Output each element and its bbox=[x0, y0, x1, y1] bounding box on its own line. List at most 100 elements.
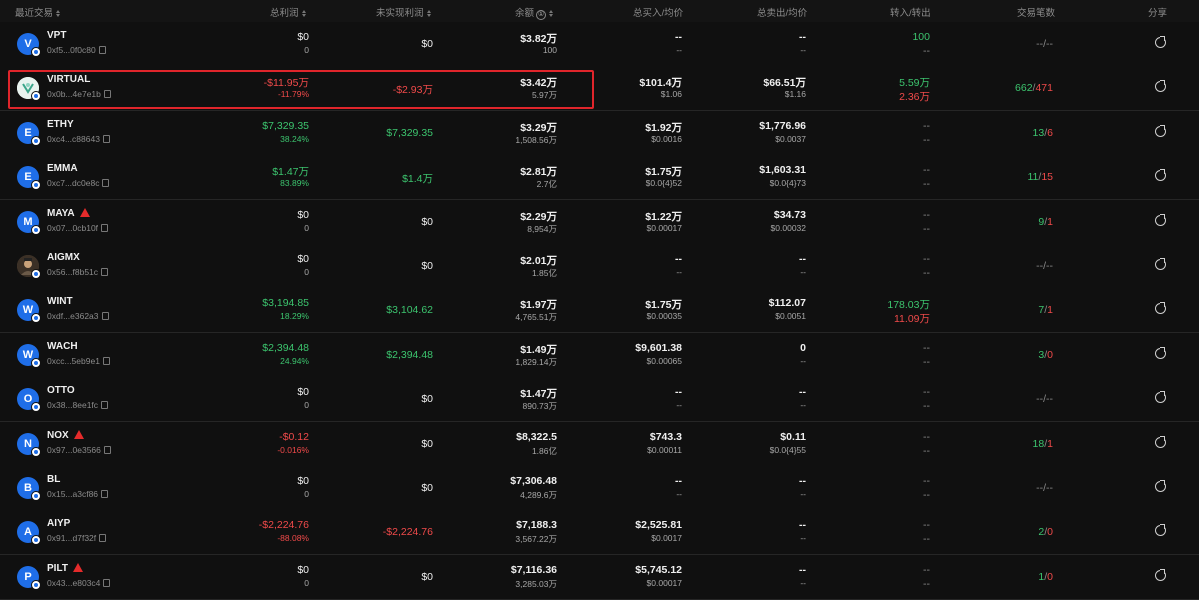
table-row[interactable]: O OTTO 0x38...8ee1fc $0 0 $0 $1.47万 890.73万 -- --… bbox=[0, 377, 1199, 423]
copy-icon[interactable] bbox=[101, 401, 109, 410]
sort-icon[interactable] bbox=[549, 10, 554, 17]
table-row[interactable]: P PILT 0x43...e803c4 $0 0 $0 $7,116.36 3,285.03… bbox=[0, 554, 1199, 600]
share-icon[interactable] bbox=[1155, 346, 1166, 359]
header-recent-trade[interactable]: 最近交易 bbox=[15, 5, 61, 19]
table-row[interactable]: E EMMA 0xc7...dc0e8c $1.47万 83.89% $1.4万 $2.81… bbox=[0, 155, 1199, 201]
share-icon[interactable] bbox=[1155, 258, 1166, 270]
token-name[interactable]: WINT bbox=[47, 296, 73, 307]
avg-sell-price: -- bbox=[800, 355, 806, 366]
copy-icon[interactable] bbox=[102, 134, 110, 143]
token-symbol: MAYA bbox=[47, 207, 75, 219]
avg-buy-price: $0.00011 bbox=[647, 444, 682, 455]
token-name[interactable]: ETHY bbox=[47, 119, 74, 130]
copy-icon[interactable] bbox=[101, 490, 109, 498]
token-name[interactable]: VIRTUAL bbox=[47, 74, 90, 85]
share-icon[interactable] bbox=[1155, 80, 1166, 93]
sort-icon[interactable] bbox=[56, 10, 61, 17]
address-text: 0x15...a3cf86 bbox=[47, 489, 99, 499]
share-icon[interactable] bbox=[1155, 568, 1166, 581]
table-row[interactable]: B BL 0x15...a3cf86 $0 0 $0 $7,306.48 4,289.6万 --… bbox=[0, 466, 1199, 511]
table-row[interactable]: VIRTUAL 0x0b...4e7e1b -$11.95万 -11.79% -$2.9… bbox=[0, 66, 1199, 112]
copy-icon[interactable] bbox=[103, 578, 111, 587]
address-text: 0x43...e803c4 bbox=[47, 577, 101, 588]
transfer-out-value: -- bbox=[923, 577, 930, 590]
table-row[interactable]: N NOX 0x97...0e3566 -$0.12 -0.016% $0 $8,322.5… bbox=[0, 421, 1199, 467]
copy-icon[interactable] bbox=[101, 312, 109, 321]
transfer-out-value: -- bbox=[923, 222, 930, 235]
header-sell: 总卖出/均价 bbox=[757, 5, 807, 19]
sort-icon[interactable] bbox=[427, 10, 432, 17]
chain-badge-icon bbox=[31, 491, 41, 501]
token-name[interactable]: OTTO bbox=[47, 385, 75, 396]
header-balance[interactable]: 余额 ① bbox=[515, 5, 554, 20]
token-name[interactable]: MAYA bbox=[47, 207, 90, 219]
share-icon[interactable] bbox=[1155, 480, 1166, 492]
avg-buy-price: $0.00017 bbox=[646, 222, 682, 233]
token-symbol: OTTO bbox=[47, 385, 75, 397]
token-symbol: EMMA bbox=[47, 163, 78, 175]
share-icon[interactable] bbox=[1155, 524, 1166, 537]
tx-sell-count: 1 bbox=[1047, 437, 1053, 450]
table-row[interactable]: W WINT 0xdf...e362a3 $3,194.85 18.29% $3,104.… bbox=[0, 288, 1199, 334]
share-icon[interactable] bbox=[1155, 169, 1166, 182]
avg-buy-price: $0.0{4}52 bbox=[645, 178, 682, 189]
unrealized-pnl-value: $0 bbox=[421, 437, 433, 450]
copy-icon[interactable] bbox=[102, 179, 110, 188]
token-name[interactable]: AIGMX bbox=[47, 252, 80, 263]
balance-value: $2.29万 bbox=[520, 210, 557, 223]
total-buy-value: $1.92万 bbox=[645, 121, 682, 134]
total-pnl-value: $0 bbox=[297, 31, 309, 43]
table-row[interactable]: AIGMX 0x56...f8b51c $0 0 $0 $2.01万 1.85亿 -- -- --… bbox=[0, 244, 1199, 289]
header-unrealized-pnl[interactable]: 未实现利润 bbox=[376, 5, 432, 19]
tx-buy-count: 11 bbox=[1027, 171, 1039, 184]
table-row[interactable]: V VPT 0xf5...0f0c80 $0 0 $0 $3.82万 100 -- -- -- -- 1… bbox=[0, 22, 1199, 67]
copy-icon[interactable] bbox=[99, 534, 107, 543]
info-icon[interactable]: ① bbox=[536, 10, 547, 20]
transfer-in-value: -- bbox=[923, 430, 930, 443]
token-avatar bbox=[17, 77, 41, 102]
sort-icon[interactable] bbox=[302, 10, 307, 17]
total-sell-value: -- bbox=[799, 519, 806, 532]
table-header: 最近交易 总利润 未实现利润 余额 ① 总买入/均价 总卖出/均价 转入/转出 交… bbox=[0, 0, 1199, 23]
tx-count: 662/471 bbox=[1015, 82, 1053, 94]
share-icon[interactable] bbox=[1155, 124, 1166, 137]
total-sell-value: -- bbox=[799, 31, 806, 43]
table-row[interactable]: W WACH 0xcc...5eb9e1 $2,394.48 24.94% $2,394.… bbox=[0, 332, 1199, 378]
share-icon[interactable] bbox=[1155, 36, 1166, 48]
share-icon[interactable] bbox=[1155, 302, 1166, 315]
token-name[interactable]: WACH bbox=[47, 341, 78, 352]
header-buy-label: 总买入/均价 bbox=[633, 8, 684, 19]
table-row[interactable]: E ETHY 0xc4...c88643 $7,329.35 38.24% $7,329.… bbox=[0, 110, 1199, 156]
copy-icon[interactable] bbox=[101, 268, 109, 276]
token-name[interactable]: VPT bbox=[47, 30, 66, 41]
address-text: 0x97...0e3566 bbox=[47, 444, 101, 455]
tx-count: 7/1 bbox=[1038, 304, 1053, 316]
share-icon[interactable] bbox=[1155, 391, 1166, 404]
copy-icon[interactable] bbox=[103, 90, 111, 99]
token-name[interactable]: AIYP bbox=[47, 518, 70, 529]
balance-amount: 3,567.22万 bbox=[515, 534, 557, 545]
token-name[interactable]: BL bbox=[47, 474, 60, 485]
table-row[interactable]: A AIYP 0x91...d7f32f -$2,224.76 -88.08% -$2,2… bbox=[0, 510, 1199, 556]
copy-icon[interactable] bbox=[101, 223, 109, 232]
token-symbol: ETHY bbox=[47, 118, 74, 130]
token-name[interactable]: NOX bbox=[47, 429, 84, 441]
copy-icon[interactable] bbox=[102, 356, 110, 365]
balance-amount: 1,508.56万 bbox=[515, 134, 557, 145]
header-total-pnl[interactable]: 总利润 bbox=[270, 5, 307, 19]
tx-count: 1/0 bbox=[1038, 571, 1053, 583]
total-sell-value: -- bbox=[799, 386, 806, 399]
token-name[interactable]: EMMA bbox=[47, 163, 78, 174]
table-row[interactable]: M MAYA 0x07...0cb10f $0 0 $0 $2.29万 8,954万 $1.22… bbox=[0, 199, 1199, 245]
total-pnl-percent: 0 bbox=[304, 267, 309, 277]
copy-icon[interactable] bbox=[103, 445, 111, 454]
header-unrealized-label: 未实现利润 bbox=[376, 8, 424, 19]
copy-icon[interactable] bbox=[98, 46, 106, 54]
balance-value: $2.01万 bbox=[520, 255, 557, 267]
share-icon[interactable] bbox=[1155, 435, 1166, 448]
share-icon[interactable] bbox=[1155, 213, 1166, 226]
address-text: 0xf5...0f0c80 bbox=[47, 45, 96, 55]
token-symbol: BL bbox=[47, 474, 61, 485]
token-name[interactable]: PILT bbox=[47, 562, 83, 574]
tx-sell-count: 6 bbox=[1047, 126, 1053, 139]
